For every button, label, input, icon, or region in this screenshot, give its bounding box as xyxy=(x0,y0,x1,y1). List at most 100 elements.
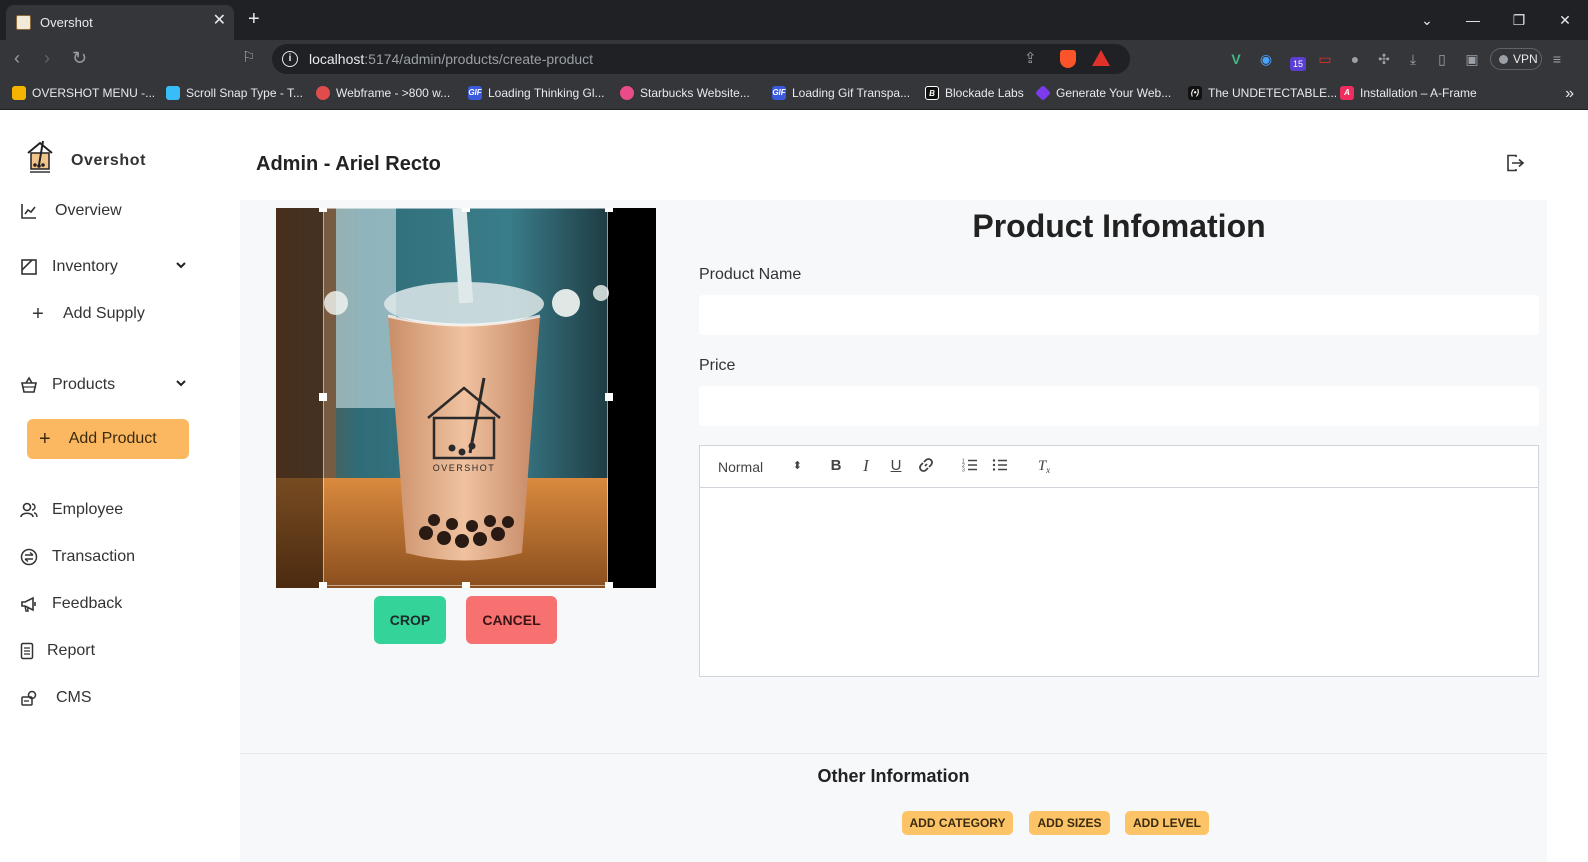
download-icon[interactable]: ⤓ xyxy=(1404,50,1422,68)
form-title: Product Infomation xyxy=(972,208,1266,244)
bookmarks-bar: OVERSHOT MENU -... Scroll Snap Type - T.… xyxy=(0,78,1588,110)
main-content: OVERSHOT CROP CANCEL Product Infomation … xyxy=(240,200,1547,862)
sidebar-item-overview[interactable]: Overview xyxy=(20,202,122,220)
extension-bulb-icon[interactable]: ● xyxy=(1346,50,1364,68)
window-controls: ⌄ — ❐ ✕ xyxy=(1404,0,1588,40)
crop-handle-w[interactable] xyxy=(319,393,327,401)
sidebar-item-label: Report xyxy=(47,642,96,659)
sidebar-item-transaction[interactable]: Transaction xyxy=(20,548,135,566)
bookmarks-more-icon[interactable]: » xyxy=(1565,85,1574,103)
crop-handle-n[interactable] xyxy=(462,208,470,212)
sidebar-toggle-icon[interactable]: ▯ xyxy=(1433,50,1451,68)
add-level-button[interactable]: ADD LEVEL xyxy=(1125,811,1209,835)
brave-rewards-icon[interactable] xyxy=(1092,50,1110,66)
page-title: Admin - Ariel Recto xyxy=(256,153,441,175)
close-tab-icon[interactable]: ✕ xyxy=(213,12,226,30)
share-icon[interactable]: ⇪ xyxy=(1024,49,1037,67)
url-text[interactable]: localhost:5174/admin/products/create-pro… xyxy=(309,51,593,67)
bullet-list-icon[interactable] xyxy=(991,457,1009,475)
bookmark-item[interactable]: A Installation – A-Frame xyxy=(1340,86,1477,100)
extension-cast-icon[interactable]: ▭ xyxy=(1316,50,1334,68)
extension-globe-icon[interactable]: ◉ xyxy=(1257,50,1275,68)
browser-tab[interactable]: Overshot ✕ xyxy=(6,5,234,40)
minimize-icon[interactable]: — xyxy=(1450,0,1496,40)
extensions-puzzle-icon[interactable]: ✣ xyxy=(1375,50,1393,68)
menu-icon[interactable]: ≡ xyxy=(1548,50,1566,68)
back-icon[interactable]: ‹ xyxy=(14,48,20,68)
reload-icon[interactable]: ↻ xyxy=(72,48,87,68)
extension-badge[interactable]: 15 xyxy=(1290,57,1306,71)
wallet-icon[interactable]: ▣ xyxy=(1463,50,1481,68)
bold-icon[interactable]: B xyxy=(827,457,845,475)
brave-shield-icon[interactable] xyxy=(1060,50,1076,68)
editor-body[interactable] xyxy=(700,489,1538,676)
plus-icon: + xyxy=(39,428,51,450)
vue-devtools-icon[interactable]: V xyxy=(1227,50,1245,68)
new-tab-icon[interactable]: + xyxy=(248,8,260,31)
bookmark-item[interactable]: GIF Loading Thinking Gl... xyxy=(468,86,605,100)
crop-handle-sw[interactable] xyxy=(319,582,327,588)
price-label: Price xyxy=(699,357,736,374)
vpn-button[interactable]: VPN xyxy=(1490,48,1542,70)
aframe-icon: A xyxy=(1340,86,1354,100)
format-select[interactable]: Normal xyxy=(718,459,802,475)
cancel-button[interactable]: CANCEL xyxy=(466,596,557,644)
bookmark-item[interactable]: Generate Your Web... xyxy=(1035,85,1171,101)
logout-icon[interactable] xyxy=(1505,153,1525,173)
italic-icon[interactable]: I xyxy=(857,457,875,475)
sidebar-item-feedback[interactable]: Feedback xyxy=(20,595,122,613)
blockade-icon: B xyxy=(925,86,939,100)
brand-name: Overshot xyxy=(71,152,147,169)
crop-selection[interactable] xyxy=(323,208,608,586)
crop-handle-ne[interactable] xyxy=(605,208,613,212)
crop-handle-nw[interactable] xyxy=(319,208,327,212)
bookmark-item[interactable]: Scroll Snap Type - T... xyxy=(166,86,303,100)
sidebar-item-employee[interactable]: Employee xyxy=(20,501,123,519)
add-sizes-button[interactable]: ADD SIZES xyxy=(1029,811,1110,835)
image-cropper[interactable]: OVERSHOT xyxy=(276,208,656,588)
add-category-button[interactable]: ADD CATEGORY xyxy=(902,811,1013,835)
tab-search-icon[interactable]: ⌄ xyxy=(1404,0,1450,40)
bookmark-item[interactable]: Webframe - >800 w... xyxy=(316,86,450,100)
product-name-label: Product Name xyxy=(699,266,802,283)
bookmark-item[interactable]: (•) The UNDETECTABLE... xyxy=(1188,86,1337,100)
tailwind-icon xyxy=(166,86,180,100)
crop-button[interactable]: CROP xyxy=(374,596,446,644)
price-input[interactable] xyxy=(699,386,1539,426)
crop-mask xyxy=(276,208,323,588)
crop-handle-e[interactable] xyxy=(605,393,613,401)
sidebar-item-add-product[interactable]: + Add Product xyxy=(27,419,189,459)
crop-handle-se[interactable] xyxy=(605,582,613,588)
bookmark-item[interactable]: GIF Loading Gif Transpa... xyxy=(772,86,910,100)
bookmark-icon[interactable]: ⚐ xyxy=(242,48,255,68)
bookmark-item[interactable]: B Blockade Labs xyxy=(925,86,1024,100)
browser-toolbar: ‹ › ↻ ⚐ i localhost:5174/admin/products/… xyxy=(0,40,1588,78)
link-icon[interactable] xyxy=(917,457,935,475)
dribbble-icon xyxy=(620,86,634,100)
bookmark-item[interactable]: OVERSHOT MENU -... xyxy=(12,86,155,100)
sidebar-item-inventory[interactable]: Inventory xyxy=(20,258,118,276)
sidebar-item-add-supply[interactable]: + Add Supply xyxy=(29,303,145,325)
sidebar-item-cms[interactable]: CMS xyxy=(20,689,92,707)
chevron-down-icon[interactable] xyxy=(176,378,186,388)
gif-icon: GIF xyxy=(772,86,786,100)
ordered-list-icon[interactable]: 123 xyxy=(961,457,979,475)
address-bar[interactable]: i localhost:5174/admin/products/create-p… xyxy=(272,44,1130,74)
product-name-input[interactable] xyxy=(699,295,1539,335)
site-info-icon[interactable]: i xyxy=(282,51,298,67)
underline-icon[interactable]: U xyxy=(887,457,905,475)
browser-tabstrip: Overshot ✕ + ⌄ — ❐ ✕ xyxy=(0,0,1588,40)
sidebar-item-products[interactable]: Products xyxy=(20,376,115,394)
chevron-down-icon[interactable] xyxy=(176,260,186,270)
bookmark-item[interactable]: Starbucks Website... xyxy=(620,86,750,100)
clear-format-icon[interactable]: Tx xyxy=(1035,457,1053,475)
forward-icon[interactable]: › xyxy=(44,48,50,68)
sidebar-item-report[interactable]: Report xyxy=(20,642,95,660)
window-close-icon[interactable]: ✕ xyxy=(1542,0,1588,40)
cms-icon xyxy=(20,689,38,707)
admin-app: Overshot Overview Inventory + Add Supply… xyxy=(0,111,1588,862)
crop-handle-s[interactable] xyxy=(462,582,470,588)
other-information-title: Other Information xyxy=(817,766,970,786)
section-divider xyxy=(240,753,1547,754)
restore-icon[interactable]: ❐ xyxy=(1496,0,1542,40)
